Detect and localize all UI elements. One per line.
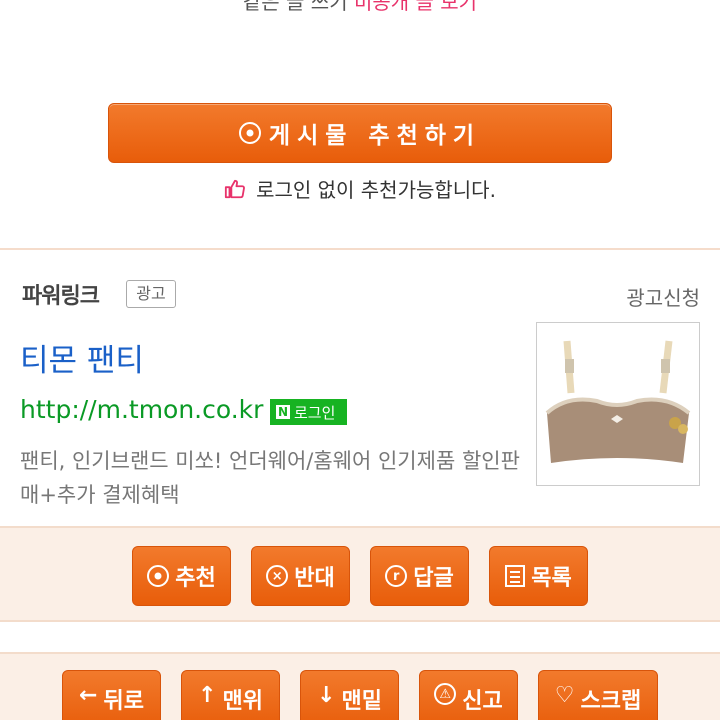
post-action-bar: 추천 × 반대 r 답글 목록 xyxy=(0,526,720,622)
naver-n-icon: N xyxy=(276,405,290,419)
top-partial-highlight: 비공개 글 보기 xyxy=(353,0,478,14)
naver-login-badge: N 로그인 xyxy=(270,399,347,425)
circle-x-icon: × xyxy=(266,565,289,587)
ad-title-link[interactable]: 티몬 팬티 xyxy=(20,335,144,380)
reply-button[interactable]: r 답글 xyxy=(370,546,469,606)
back-button[interactable]: ← 뒤로 xyxy=(62,670,161,720)
oppose-label: 반대 xyxy=(294,566,335,591)
report-label: 신고 xyxy=(462,689,503,714)
ad-url-link[interactable]: http://m.tmon.co.kr xyxy=(20,395,263,424)
circle-dot-icon xyxy=(238,122,261,144)
circle-dot-icon xyxy=(147,565,170,587)
bra-product-image xyxy=(537,323,699,485)
arrow-down-icon: ↓ xyxy=(317,683,336,708)
arrow-up-icon: ↑ xyxy=(198,683,217,708)
recommend-post-button[interactable]: 게시물 추천하기 xyxy=(108,103,612,163)
scrap-label: 스크랩 xyxy=(580,689,642,714)
list-button[interactable]: 목록 xyxy=(489,546,588,606)
oppose-button[interactable]: × 반대 xyxy=(251,546,350,606)
naver-login-label: 로그인 xyxy=(294,403,336,422)
ad-product-image[interactable] xyxy=(536,322,700,486)
recommend-label: 추천 xyxy=(175,566,216,591)
heart-icon: ♡ xyxy=(554,683,575,708)
reply-label: 답글 xyxy=(413,566,454,591)
ad-description: 팬티, 인기브랜드 미쏘! 언더웨어/홈웨어 인기제품 할인판매+추가 결제혜택 xyxy=(20,449,520,507)
list-label: 목록 xyxy=(531,566,572,591)
recommend-note-text: 로그인 없이 추천가능합니다. xyxy=(256,178,496,202)
list-icon xyxy=(505,565,526,587)
top-partial-text: 같은 글 쓰기 비공개 글 보기 xyxy=(0,0,720,15)
report-button[interactable]: ⚠ 신고 xyxy=(419,670,518,720)
back-label: 뒤로 xyxy=(103,689,144,714)
top-partial-left: 같은 글 쓰기 xyxy=(242,0,354,14)
scroll-bottom-label: 맨밑 xyxy=(341,689,382,714)
scroll-top-label: 맨위 xyxy=(222,689,263,714)
recommend-post-label: 게시물 추천하기 xyxy=(268,123,482,149)
thumbs-up-icon xyxy=(224,179,245,198)
arrow-left-icon: ← xyxy=(79,683,98,708)
report-icon: ⚠ xyxy=(434,683,457,705)
recommend-note: 로그인 없이 추천가능합니다. xyxy=(0,174,720,203)
bottom-nav-bar: ← 뒤로 ↑ 맨위 ↓ 맨밑 ⚠ 신고 ♡ 스크랩 xyxy=(0,654,720,720)
scroll-bottom-button[interactable]: ↓ 맨밑 xyxy=(300,670,399,720)
ad-request-link[interactable]: 광고신청 xyxy=(626,282,700,311)
recommend-button[interactable]: 추천 xyxy=(132,546,231,606)
circle-r-icon: r xyxy=(385,565,408,587)
section-divider xyxy=(0,248,720,250)
powerlink-title: 파워링크 xyxy=(22,284,100,309)
scrap-button[interactable]: ♡ 스크랩 xyxy=(538,670,658,720)
ad-badge: 광고 xyxy=(126,280,176,308)
scroll-top-button[interactable]: ↑ 맨위 xyxy=(181,670,280,720)
